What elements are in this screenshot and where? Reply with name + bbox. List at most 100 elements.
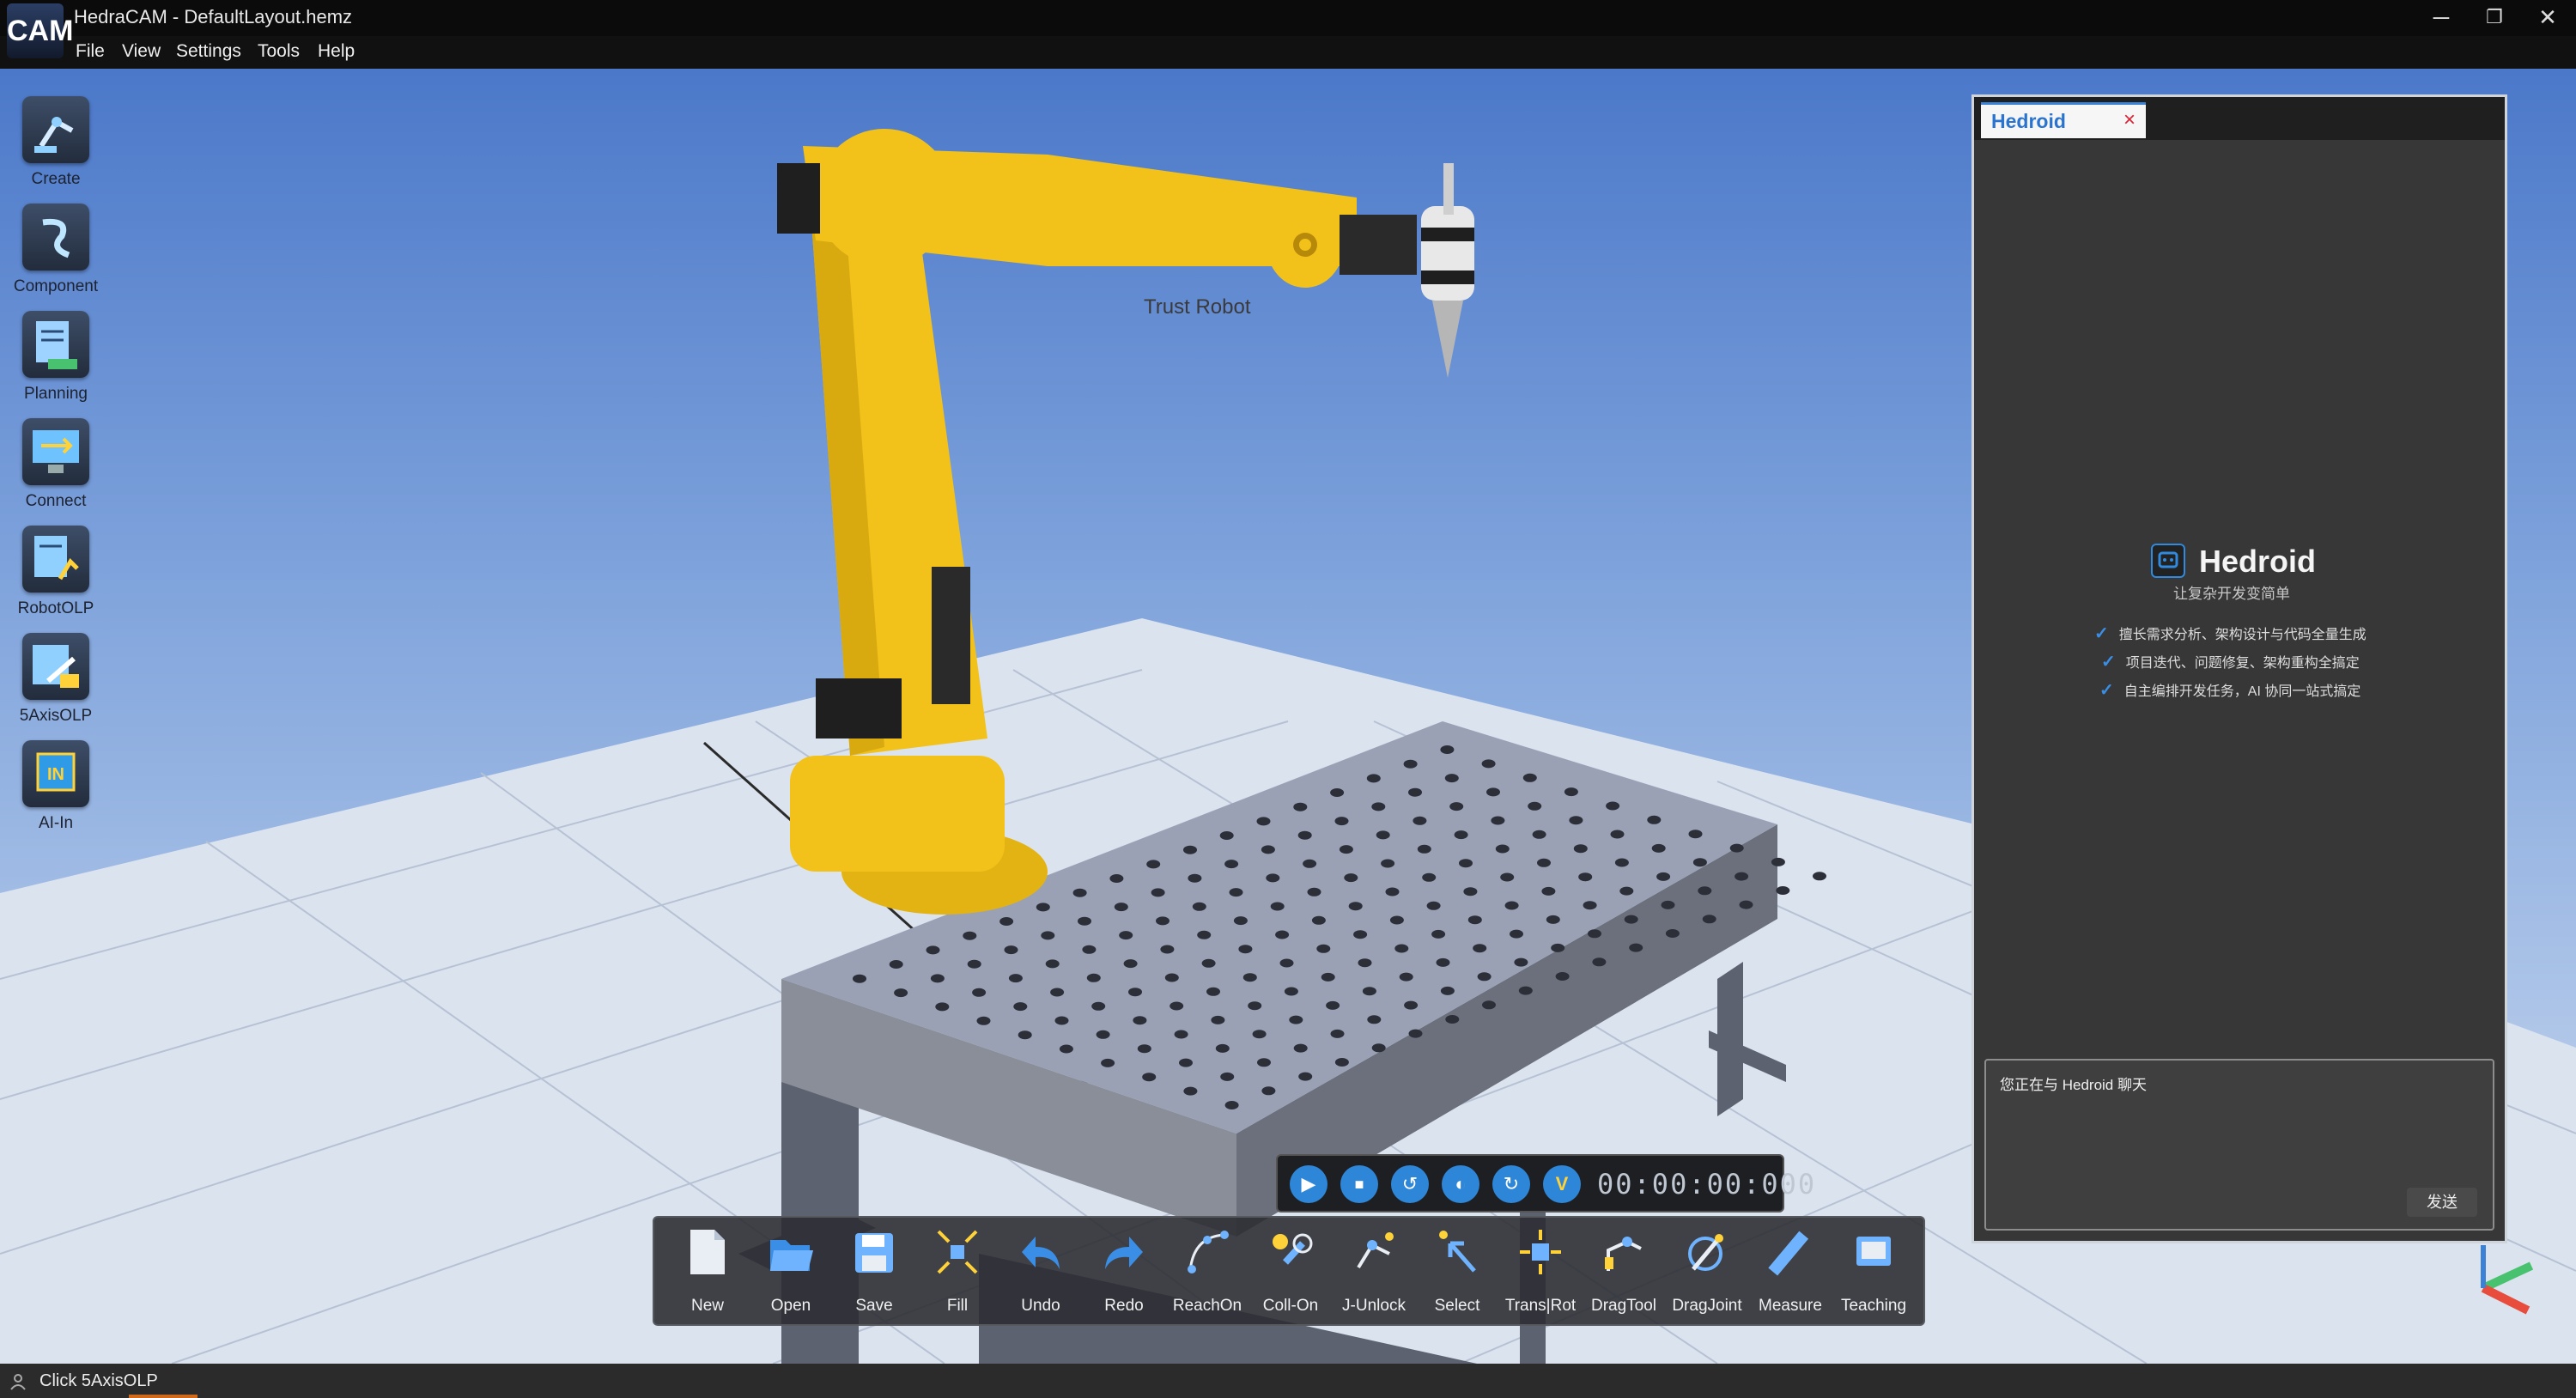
status-bar: Click 5AxisOLP	[0, 1364, 2576, 1398]
five-axis-olp-tool[interactable]: 5AxisOLP	[12, 633, 100, 736]
window-title: HedraCAM - DefaultLayout.hemz	[74, 6, 353, 27]
timer-button[interactable]: ◐	[1442, 1165, 1479, 1203]
undo-button[interactable]: Undo	[999, 1225, 1082, 1321]
teaching-label: Teaching	[1840, 1297, 1907, 1315]
feature-item: ✓ 项目迭代、问题修复、架构重构全搞定	[2101, 651, 2360, 672]
trans-rot-label: Trans|Rot	[1504, 1297, 1577, 1315]
ai-in-icon: IN	[22, 740, 89, 807]
new-button[interactable]: New	[666, 1225, 749, 1321]
feature-text: 自主编排开发任务，AI 协同一站式搞定	[2123, 684, 2361, 699]
planning-icon	[22, 311, 89, 378]
main-toolbar: New Open Save Fill Undo Redo ReachOn Col…	[653, 1216, 1925, 1326]
tab-hedroid[interactable]: Hedroid ×	[1981, 102, 2146, 138]
connect-icon	[22, 418, 89, 485]
robot-olp-tool[interactable]: RobotOLP	[12, 526, 100, 629]
reach-on-button[interactable]: ReachOn	[1166, 1225, 1249, 1321]
new-label: New	[690, 1297, 724, 1315]
undo-label: Undo	[1021, 1297, 1060, 1315]
redo-icon	[1105, 1237, 1143, 1269]
planning-tool-label: Planning	[24, 385, 88, 403]
measure-icon	[1768, 1231, 1809, 1276]
drag-joint-icon	[1688, 1234, 1723, 1271]
save-icon	[855, 1233, 893, 1273]
check-icon: ✓	[2094, 624, 2109, 643]
planning-tool[interactable]: Planning	[12, 311, 100, 414]
teaching-icon	[1856, 1237, 1891, 1266]
menu-settings[interactable]: Settings	[176, 41, 241, 62]
drag-joint-button[interactable]: DragJoint	[1666, 1225, 1748, 1321]
hedroid-logo-icon	[2151, 544, 2185, 578]
playback-time: 00:00:00:000	[1597, 1168, 1817, 1200]
fill-icon	[937, 1230, 978, 1274]
play-button[interactable]: ▶	[1290, 1165, 1327, 1203]
save-button[interactable]: Save	[833, 1225, 915, 1321]
open-button[interactable]: Open	[750, 1225, 832, 1321]
undo-icon	[1022, 1237, 1060, 1269]
create-tool-label: Create	[31, 170, 81, 188]
trans-rot-button[interactable]: Trans|Rot	[1499, 1225, 1582, 1321]
create-tool[interactable]: Create	[12, 96, 100, 199]
chat-input[interactable]: 您正在与 Hedroid 聊天 发送	[1984, 1059, 2494, 1231]
menu-tools[interactable]: Tools	[258, 41, 300, 62]
playback-controls: ▶ ■ ↺ ◐ ↻ V 00:00:00:000	[1276, 1154, 1814, 1213]
check-icon: ✓	[2099, 681, 2114, 700]
five-axis-olp-tool-label: 5AxisOLP	[19, 707, 93, 725]
select-icon	[1439, 1231, 1476, 1273]
stop-button[interactable]: ■	[1340, 1165, 1378, 1203]
collision-on-button[interactable]: Coll-On	[1249, 1225, 1332, 1321]
drag-tool-icon	[1605, 1237, 1642, 1271]
chat-placeholder: 您正在与 Hedroid 聊天	[2000, 1077, 2147, 1093]
title-bar: HedraCAM - DefaultLayout.hemz ─ ❐ ✕	[0, 0, 2576, 36]
forward-button[interactable]: ↻	[1492, 1165, 1530, 1203]
menu-file[interactable]: File	[76, 41, 105, 62]
minimize-button[interactable]: ─	[2415, 0, 2468, 36]
five-axis-olp-icon	[22, 633, 89, 700]
check-icon: ✓	[2101, 653, 2116, 672]
measure-button[interactable]: Measure	[1749, 1225, 1832, 1321]
select-label: Select	[1434, 1297, 1480, 1315]
fill-label: Fill	[946, 1297, 969, 1315]
component-tool[interactable]: Component	[12, 204, 100, 307]
robot-olp-tool-label: RobotOLP	[17, 599, 94, 617]
robot-brand-label: Trust Robot	[1144, 295, 1251, 319]
fill-button[interactable]: Fill	[916, 1225, 999, 1321]
drag-tool-button[interactable]: DragTool	[1583, 1225, 1665, 1321]
status-text: Click 5AxisOLP	[39, 1371, 158, 1390]
feature-item: ✓ 擅长需求分析、架构设计与代码全量生成	[2094, 623, 2366, 644]
hedroid-tab-strip: Hedroid ×	[1974, 97, 2505, 140]
collision-on-icon	[1273, 1233, 1313, 1265]
ai-in-tool-label: AI-In	[38, 814, 74, 832]
speed-button[interactable]: V	[1543, 1165, 1581, 1203]
open-folder-icon	[770, 1240, 813, 1271]
menu-help[interactable]: Help	[318, 41, 355, 62]
rewind-button[interactable]: ↺	[1391, 1165, 1429, 1203]
ai-in-tool[interactable]: IN AI-In	[12, 740, 100, 843]
component-tool-label: Component	[13, 277, 99, 295]
drag-joint-label: DragJoint	[1672, 1297, 1742, 1315]
feature-item: ✓ 自主编排开发任务，AI 协同一站式搞定	[2099, 679, 2360, 701]
save-label: Save	[855, 1297, 893, 1315]
connect-tool-label: Connect	[25, 492, 87, 510]
new-file-icon	[690, 1230, 725, 1274]
joint-unlock-button[interactable]: J-Unlock	[1333, 1225, 1415, 1321]
person-icon	[10, 1374, 26, 1390]
redo-label: Redo	[1104, 1297, 1144, 1315]
hedroid-title: Hedroid	[2199, 544, 2317, 579]
close-icon[interactable]: ×	[2123, 108, 2136, 132]
axis-triad-icon	[2481, 1245, 2534, 1315]
open-label: Open	[770, 1297, 811, 1315]
send-button[interactable]: 发送	[2407, 1188, 2477, 1217]
menu-view[interactable]: View	[122, 41, 161, 62]
close-button[interactable]: ✕	[2521, 0, 2574, 36]
teaching-button[interactable]: Teaching	[1832, 1225, 1915, 1321]
joint-unlock-label: J-Unlock	[1342, 1297, 1406, 1315]
ai-in-badge: IN	[47, 765, 64, 784]
robot-arm-icon	[22, 96, 89, 163]
redo-button[interactable]: Redo	[1083, 1225, 1165, 1321]
trans-rot-icon	[1520, 1230, 1561, 1274]
feature-text: 项目迭代、问题修复、架构重构全搞定	[2125, 656, 2360, 671]
collision-on-label: Coll-On	[1262, 1297, 1319, 1315]
connect-tool[interactable]: Connect	[12, 418, 100, 521]
restore-button[interactable]: ❐	[2468, 0, 2521, 36]
select-button[interactable]: Select	[1416, 1225, 1498, 1321]
